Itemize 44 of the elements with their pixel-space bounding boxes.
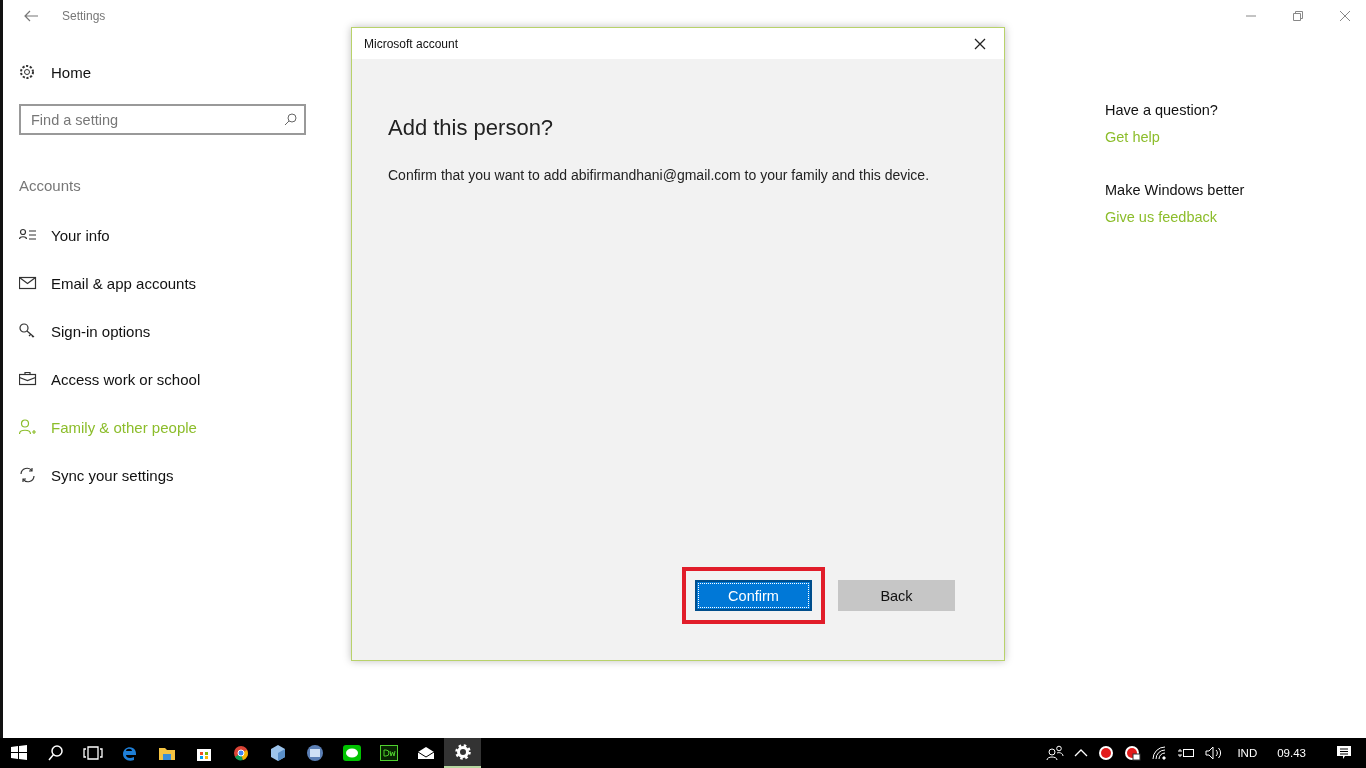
people-icon[interactable] — [1046, 745, 1065, 761]
dialog-title: Microsoft account — [364, 36, 459, 51]
sync-icon — [19, 467, 37, 483]
notification-icon[interactable] — [1336, 745, 1352, 761]
nav-item[interactable]: Email & app accounts — [19, 273, 330, 293]
help-heading: Have a question? — [1105, 102, 1219, 118]
back-arrow-icon[interactable] — [24, 10, 38, 22]
mail-icon — [19, 275, 37, 291]
dialog-button[interactable]: Back — [838, 580, 955, 611]
dialog-button[interactable]: Confirm — [695, 580, 812, 611]
wifi-icon[interactable] — [1151, 745, 1168, 761]
chat-bubble-icon[interactable] — [341, 743, 362, 763]
window-title: Settings — [62, 9, 106, 23]
key-icon — [19, 323, 37, 339]
language-indicator[interactable]: IND — [1237, 747, 1258, 759]
search-icon[interactable] — [45, 743, 66, 763]
nav-item[interactable]: Sign-in options — [19, 321, 330, 341]
gear-icon — [19, 64, 35, 80]
search-field[interactable]: Find a setting — [19, 104, 306, 135]
section-heading: Accounts — [19, 177, 82, 196]
help-heading: Make Windows better — [1105, 182, 1246, 198]
close-icon[interactable] — [974, 37, 986, 50]
battery-icon[interactable] — [1177, 746, 1196, 760]
restore-icon[interactable] — [1293, 11, 1303, 21]
window-circle-icon[interactable] — [304, 743, 325, 763]
dialog-heading: Add this person? — [388, 115, 555, 141]
nav-item[interactable]: Access work or school — [19, 369, 330, 389]
task-view-icon[interactable] — [82, 743, 103, 763]
briefcase-icon — [19, 371, 37, 387]
windows-logo-icon[interactable] — [8, 743, 29, 763]
dialog-message: Confirm that you want to add abifirmandhani@gmail.com to your family and this device. — [388, 167, 931, 183]
settings-icon[interactable] — [452, 742, 473, 762]
nav-item[interactable]: Sync your settings — [19, 465, 330, 485]
clock[interactable]: 09.43 — [1277, 747, 1306, 759]
home-link[interactable]: Home — [19, 60, 330, 84]
record-window-icon[interactable] — [1124, 745, 1142, 761]
nav-item[interactable]: Your info — [19, 225, 330, 245]
volume-icon[interactable] — [1205, 746, 1224, 760]
search-icon — [284, 113, 297, 126]
person-list-icon — [19, 227, 37, 243]
record-icon[interactable] — [1098, 745, 1115, 761]
dw-app-icon[interactable] — [378, 743, 399, 763]
person-add-icon — [19, 419, 37, 435]
chevron-up-icon[interactable] — [1074, 748, 1089, 758]
